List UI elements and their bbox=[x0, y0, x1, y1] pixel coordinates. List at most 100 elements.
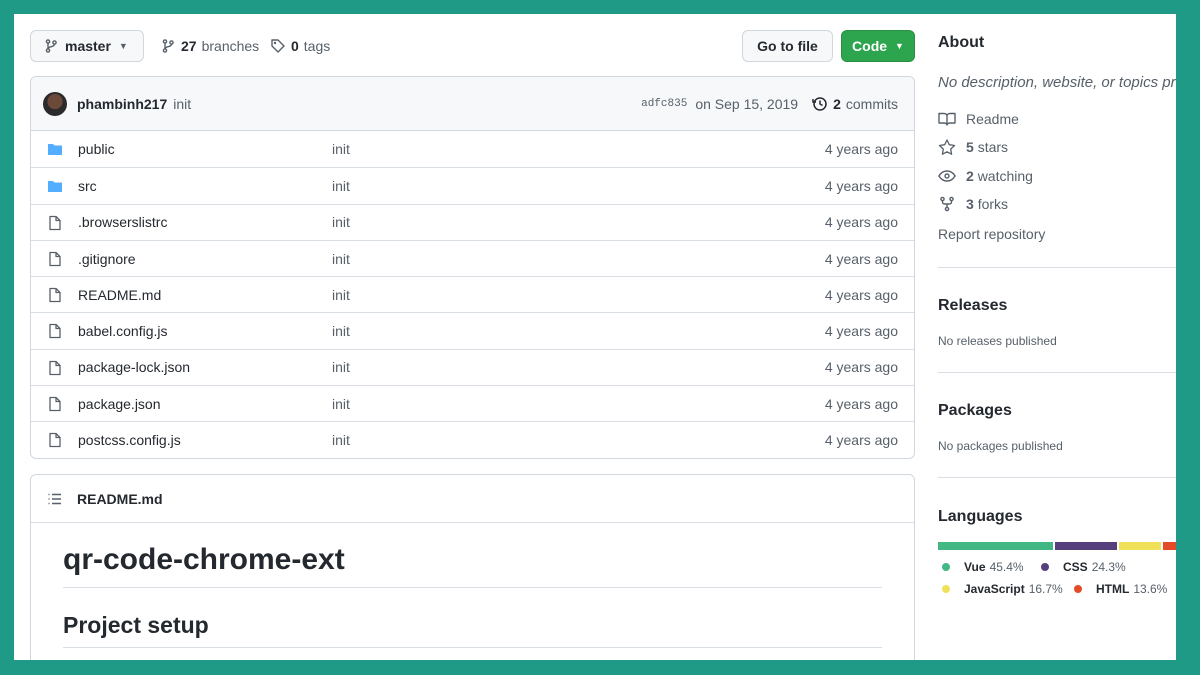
stars-count: 5 bbox=[966, 139, 974, 155]
commit-sha[interactable]: adfc835 bbox=[641, 98, 687, 110]
language-name: Vue bbox=[964, 560, 986, 574]
file-icon bbox=[47, 287, 63, 303]
language-item[interactable]: Vue 45.4% bbox=[942, 560, 1024, 574]
fork-icon bbox=[940, 196, 954, 212]
file-age: 4 years ago bbox=[824, 323, 898, 340]
history-icon bbox=[812, 97, 827, 111]
code-button[interactable]: Code ▼ bbox=[841, 30, 915, 62]
file-name[interactable]: package.json bbox=[78, 396, 161, 412]
readme-title: qr-code-chrome-ext bbox=[63, 543, 882, 588]
file-icon bbox=[47, 251, 63, 267]
forks-link[interactable]: 3 forks bbox=[938, 196, 1008, 212]
packages-empty: No packages published bbox=[938, 439, 1063, 453]
file-icon bbox=[47, 360, 63, 376]
readme-filename[interactable]: README.md bbox=[77, 491, 163, 507]
file-icon bbox=[47, 323, 63, 339]
branches-link[interactable]: 27 branches bbox=[160, 30, 259, 62]
language-percent: 13.6% bbox=[1133, 582, 1168, 596]
readme-link-label: Readme bbox=[966, 111, 1019, 127]
file-age: 4 years ago bbox=[824, 214, 898, 231]
table-row[interactable]: README.md init 4 years ago bbox=[31, 276, 914, 312]
commit-date[interactable]: on Sep 15, 2019 bbox=[695, 96, 798, 112]
git-branch-icon bbox=[162, 39, 174, 53]
language-percent: 24.3% bbox=[1091, 560, 1126, 574]
file-name[interactable]: babel.config.js bbox=[78, 323, 168, 339]
file-commit-message[interactable]: init bbox=[332, 359, 350, 375]
tags-link[interactable]: 0 tags bbox=[270, 30, 330, 62]
releases-title[interactable]: Releases bbox=[938, 297, 1007, 315]
stars-label: stars bbox=[977, 139, 1009, 155]
language-item[interactable]: JavaScript 16.7% bbox=[942, 582, 1063, 596]
sidebar-divider bbox=[938, 267, 1176, 268]
watching-link[interactable]: 2 watching bbox=[938, 168, 1033, 184]
tag-icon bbox=[271, 39, 285, 53]
language-bar-segment bbox=[938, 542, 1054, 550]
language-name: CSS bbox=[1063, 560, 1088, 574]
latest-commit-bar: phambinh217 init adfc835 on Sep 15, 2019… bbox=[31, 77, 914, 131]
file-commit-message[interactable]: init bbox=[332, 178, 350, 194]
file-name[interactable]: postcss.config.js bbox=[78, 432, 181, 448]
file-commit-message[interactable]: init bbox=[332, 141, 350, 157]
table-row[interactable]: .browserslistrc init 4 years ago bbox=[31, 203, 914, 240]
language-bar bbox=[938, 542, 1176, 550]
language-dot-icon bbox=[1074, 585, 1082, 593]
tags-count: 0 bbox=[291, 38, 299, 54]
file-age: 4 years ago bbox=[824, 432, 898, 449]
packages-title[interactable]: Packages bbox=[938, 402, 1012, 420]
readme-content: qr-code-chrome-ext Project setup bbox=[31, 523, 914, 660]
language-name: HTML bbox=[1096, 582, 1130, 596]
language-name: JavaScript bbox=[964, 582, 1025, 596]
table-row[interactable]: postcss.config.js init 4 years ago bbox=[31, 421, 914, 457]
star-icon bbox=[938, 139, 956, 155]
language-bar-segment bbox=[1055, 542, 1118, 550]
file-commit-message[interactable]: init bbox=[332, 323, 350, 339]
file-commit-message[interactable]: init bbox=[332, 251, 350, 267]
file-name[interactable]: package-lock.json bbox=[78, 359, 190, 375]
table-row[interactable]: .gitignore init 4 years ago bbox=[31, 239, 914, 276]
releases-empty: No releases published bbox=[938, 334, 1057, 348]
table-row[interactable]: public init 4 years ago bbox=[31, 131, 914, 167]
language-item[interactable]: HTML 13.6% bbox=[1074, 582, 1167, 596]
table-row[interactable]: package.json init 4 years ago bbox=[31, 385, 914, 421]
file-icon bbox=[47, 215, 63, 231]
chevron-down-icon: ▼ bbox=[118, 41, 128, 51]
book-icon bbox=[938, 112, 956, 126]
file-commit-message[interactable]: init bbox=[332, 432, 350, 448]
stars-link[interactable]: 5 stars bbox=[938, 139, 1008, 155]
list-icon[interactable] bbox=[47, 491, 63, 507]
file-name[interactable]: .browserslistrc bbox=[78, 214, 167, 230]
language-percent: 16.7% bbox=[1028, 582, 1063, 596]
file-name[interactable]: README.md bbox=[78, 287, 161, 303]
table-row[interactable]: src init 4 years ago bbox=[31, 167, 914, 203]
file-commit-message[interactable]: init bbox=[332, 396, 350, 412]
file-age: 4 years ago bbox=[824, 286, 898, 303]
avatar[interactable] bbox=[43, 91, 67, 116]
readme-panel: README.md qr-code-chrome-ext Project set… bbox=[30, 474, 915, 660]
readme-link[interactable]: Readme bbox=[938, 111, 1019, 127]
commits-history-link[interactable]: 2 commits bbox=[812, 96, 898, 112]
branch-select-button[interactable]: master ▼ bbox=[30, 30, 144, 62]
commit-message[interactable]: init bbox=[173, 96, 191, 112]
language-percent: 45.4% bbox=[989, 560, 1024, 574]
language-dot-icon bbox=[942, 585, 950, 593]
forks-count: 3 bbox=[966, 196, 974, 212]
commit-author[interactable]: phambinh217 bbox=[77, 96, 167, 112]
git-branch-icon bbox=[45, 39, 57, 53]
file-list: public init 4 years ago src init 4 years ago.… bbox=[31, 131, 914, 458]
file-commit-message[interactable]: init bbox=[332, 287, 350, 303]
go-to-file-label: Go to file bbox=[757, 38, 818, 54]
file-name[interactable]: public bbox=[78, 141, 115, 157]
table-row[interactable]: babel.config.js init 4 years ago bbox=[31, 312, 914, 348]
file-name[interactable]: .gitignore bbox=[78, 251, 136, 267]
language-item[interactable]: CSS 24.3% bbox=[1041, 560, 1126, 574]
file-name[interactable]: src bbox=[78, 178, 97, 194]
commits-label: commits bbox=[845, 96, 898, 112]
go-to-file-button[interactable]: Go to file bbox=[742, 30, 833, 62]
file-age: 4 years ago bbox=[824, 359, 898, 376]
file-icon bbox=[47, 432, 63, 448]
report-repository-link[interactable]: Report repository bbox=[938, 226, 1045, 242]
table-row[interactable]: package-lock.json init 4 years ago bbox=[31, 348, 914, 385]
file-commit-message[interactable]: init bbox=[332, 214, 350, 230]
commit-meta: adfc835 on Sep 15, 2019 2 commits bbox=[641, 77, 898, 131]
watching-count: 2 bbox=[966, 168, 974, 184]
